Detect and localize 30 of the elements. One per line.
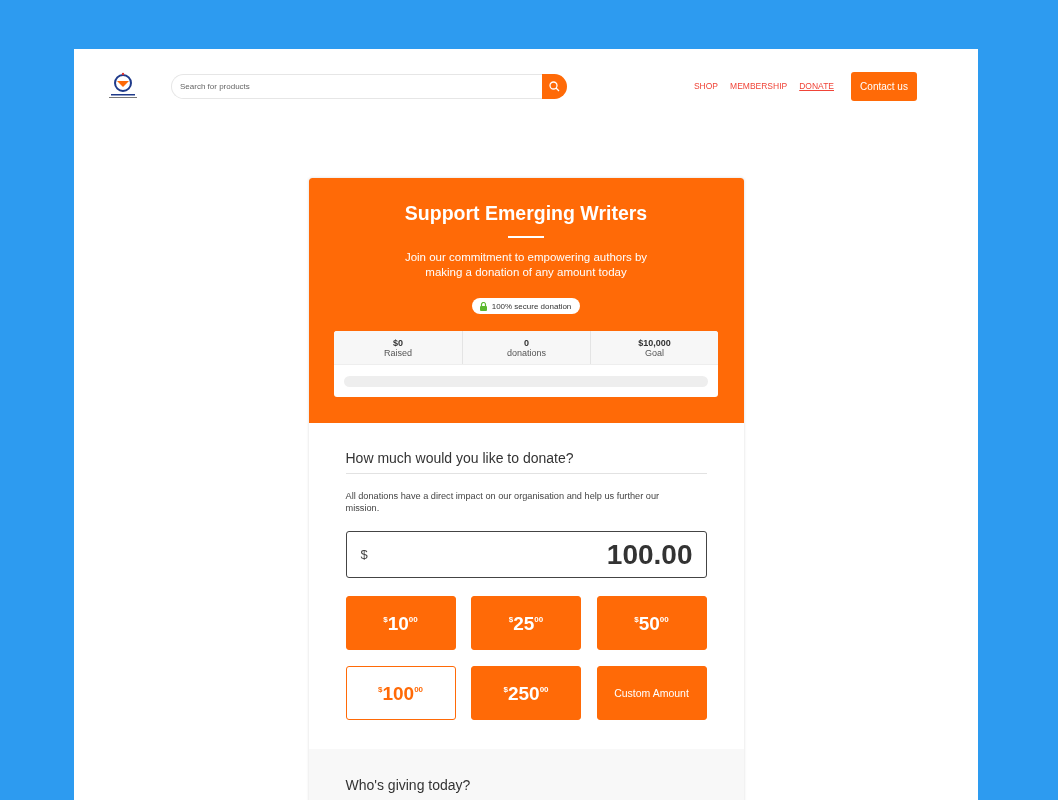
stat-value: $10,000	[638, 338, 671, 348]
stat-value: 0	[524, 338, 529, 348]
nav-link[interactable]: DONATE	[799, 79, 834, 93]
amount-option[interactable]: $^{$}$250$^{00}$	[471, 666, 581, 720]
section-heading: Who's giving today?	[345, 777, 707, 800]
nav-link[interactable]: SHOP	[693, 79, 719, 93]
campaign-title: Support Emerging Writers	[404, 202, 648, 225]
amount-field[interactable]: $ 100.00	[345, 531, 707, 578]
currency-symbol: $	[360, 547, 368, 562]
nav-link[interactable]: MEMBERSHIP	[730, 79, 788, 93]
amount-option[interactable]: $^{$}$25$^{00}$	[471, 596, 581, 650]
search-button[interactable]	[542, 73, 567, 99]
amount-option[interactable]: $^{$}$50$^{00}$	[596, 596, 707, 650]
section-description: All donations have a direct impact on our organisation and help us further our mission.	[345, 490, 661, 514]
custom-amount-button[interactable]: Custom Amount	[596, 666, 707, 720]
stat-label: donations	[506, 348, 546, 358]
campaign-subtitle: Join our commitment to empowering authors by making a donation of any amount today	[403, 250, 649, 280]
contact-button[interactable]: Contact us	[851, 71, 917, 101]
logo-icon	[107, 72, 139, 100]
section-heading: How much would you like to donate?	[345, 450, 707, 474]
stat-value: $0	[393, 338, 403, 348]
stat-label: Raised	[384, 348, 412, 358]
stat-label: Goal	[645, 348, 664, 358]
badge-text: 100% secure donation	[491, 301, 572, 311]
amount-value: 100.00	[606, 538, 693, 571]
amount-option[interactable]: $^{$}$10$^{00}$	[345, 596, 456, 650]
lock-icon	[479, 301, 487, 311]
amount-option[interactable]: $^{$}$100$^{00}$	[345, 666, 456, 720]
search-icon	[549, 80, 560, 92]
search-field[interactable]: Search for products	[171, 73, 542, 99]
